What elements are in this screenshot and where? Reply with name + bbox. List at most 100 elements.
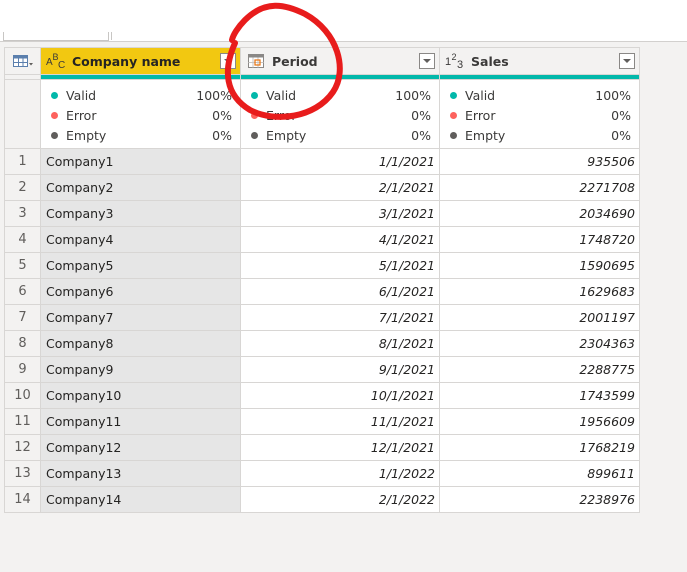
column-filter-dropdown[interactable] xyxy=(220,53,236,69)
row-number[interactable]: 2 xyxy=(4,174,41,201)
quality-error-row: Error 0% xyxy=(440,105,639,125)
cell-company-name[interactable]: Company1 xyxy=(40,148,241,175)
cell-company-name[interactable]: Company14 xyxy=(40,486,241,513)
quality-label: Empty xyxy=(465,127,506,143)
quality-value: 100% xyxy=(595,87,631,103)
cell-period[interactable]: 4/1/2021 xyxy=(240,226,440,253)
date-type-icon[interactable] xyxy=(245,52,267,70)
cell-period[interactable]: 8/1/2021 xyxy=(240,330,440,357)
quality-label: Empty xyxy=(66,127,107,143)
quality-value: 100% xyxy=(395,87,431,103)
table-row[interactable]: 1 Company1 1/1/2021 935506 xyxy=(4,148,640,175)
row-number[interactable]: 11 xyxy=(4,408,41,435)
quality-value: 0% xyxy=(611,107,631,123)
quality-error-row: Error 0% xyxy=(241,105,439,125)
table-row[interactable]: 6 Company6 6/1/2021 1629683 xyxy=(4,278,640,305)
row-number[interactable]: 10 xyxy=(4,382,41,409)
quality-valid-dot-icon xyxy=(450,91,457,99)
cell-company-name[interactable]: Company3 xyxy=(40,200,241,227)
column-header-row: A B C Company name Period 1 2 3 Sales xyxy=(4,47,640,75)
row-number[interactable]: 14 xyxy=(4,486,41,513)
table-row[interactable]: 10 Company10 10/1/2021 1743599 xyxy=(4,382,640,409)
column-header-period[interactable]: Period xyxy=(240,47,440,75)
quality-value: 0% xyxy=(212,127,232,143)
whole-number-type-icon[interactable]: 1 2 3 xyxy=(444,52,466,70)
cell-period[interactable]: 6/1/2021 xyxy=(240,278,440,305)
row-number[interactable]: 1 xyxy=(4,148,41,175)
table-row[interactable]: 12 Company12 12/1/2021 1768219 xyxy=(4,434,640,461)
cell-company-name[interactable]: Company9 xyxy=(40,356,241,383)
text-type-icon[interactable]: A B C xyxy=(45,52,67,70)
quality-value: 0% xyxy=(411,127,431,143)
cell-period[interactable]: 10/1/2021 xyxy=(240,382,440,409)
cell-sales[interactable]: 1629683 xyxy=(439,278,640,305)
cell-sales[interactable]: 1743599 xyxy=(439,382,640,409)
cell-sales[interactable]: 1768219 xyxy=(439,434,640,461)
cell-sales[interactable]: 2288775 xyxy=(439,356,640,383)
cell-company-name[interactable]: Company6 xyxy=(40,278,241,305)
cell-period[interactable]: 12/1/2021 xyxy=(240,434,440,461)
cell-company-name[interactable]: Company4 xyxy=(40,226,241,253)
cell-sales[interactable]: 2271708 xyxy=(439,174,640,201)
row-number[interactable]: 6 xyxy=(4,278,41,305)
cell-period[interactable]: 2/1/2022 xyxy=(240,486,440,513)
cell-company-name[interactable]: Company12 xyxy=(40,434,241,461)
cell-company-name[interactable]: Company7 xyxy=(40,304,241,331)
cell-sales[interactable]: 935506 xyxy=(439,148,640,175)
quality-valid-row: Valid 100% xyxy=(41,85,240,105)
table-row[interactable]: 5 Company5 5/1/2021 1590695 xyxy=(4,252,640,279)
column-name: Sales xyxy=(471,53,509,69)
cell-period[interactable]: 11/1/2021 xyxy=(240,408,440,435)
table-row[interactable]: 14 Company14 2/1/2022 2238976 xyxy=(4,486,640,513)
cell-company-name[interactable]: Company2 xyxy=(40,174,241,201)
cell-company-name[interactable]: Company10 xyxy=(40,382,241,409)
cell-sales[interactable]: 2304363 xyxy=(439,330,640,357)
row-number[interactable]: 13 xyxy=(4,460,41,487)
row-number[interactable]: 12 xyxy=(4,434,41,461)
cell-sales[interactable]: 2034690 xyxy=(439,200,640,227)
table-row[interactable]: 8 Company8 8/1/2021 2304363 xyxy=(4,330,640,357)
cell-sales[interactable]: 1956609 xyxy=(439,408,640,435)
cell-period[interactable]: 5/1/2021 xyxy=(240,252,440,279)
row-number[interactable]: 5 xyxy=(4,252,41,279)
cell-company-name[interactable]: Company5 xyxy=(40,252,241,279)
row-number[interactable]: 4 xyxy=(4,226,41,253)
row-number[interactable]: 7 xyxy=(4,304,41,331)
cell-company-name[interactable]: Company8 xyxy=(40,330,241,357)
cell-period[interactable]: 1/1/2021 xyxy=(240,148,440,175)
table-row[interactable]: 9 Company9 9/1/2021 2288775 xyxy=(4,356,640,383)
quality-error-dot-icon xyxy=(450,111,457,119)
cell-period[interactable]: 1/1/2022 xyxy=(240,460,440,487)
row-number[interactable]: 3 xyxy=(4,200,41,227)
row-number[interactable]: 9 xyxy=(4,356,41,383)
table-row[interactable]: 4 Company4 4/1/2021 1748720 xyxy=(4,226,640,253)
cell-sales[interactable]: 1748720 xyxy=(439,226,640,253)
column-filter-dropdown[interactable] xyxy=(619,53,635,69)
quality-empty-row: Empty 0% xyxy=(440,125,639,145)
table-row[interactable]: 2 Company2 2/1/2021 2271708 xyxy=(4,174,640,201)
quality-valid-row: Valid 100% xyxy=(440,85,639,105)
cell-sales[interactable]: 1590695 xyxy=(439,252,640,279)
row-number[interactable]: 8 xyxy=(4,330,41,357)
cell-period[interactable]: 3/1/2021 xyxy=(240,200,440,227)
quality-label: Error xyxy=(266,107,297,123)
quality-empty-dot-icon xyxy=(51,131,58,139)
cell-sales[interactable]: 899611 xyxy=(439,460,640,487)
cell-period[interactable]: 7/1/2021 xyxy=(240,304,440,331)
column-header-sales[interactable]: 1 2 3 Sales xyxy=(439,47,640,75)
cell-sales[interactable]: 2001197 xyxy=(439,304,640,331)
cell-period[interactable]: 2/1/2021 xyxy=(240,174,440,201)
table-row[interactable]: 3 Company3 3/1/2021 2034690 xyxy=(4,200,640,227)
cell-sales[interactable]: 2238976 xyxy=(439,486,640,513)
table-row[interactable]: 7 Company7 7/1/2021 2001197 xyxy=(4,304,640,331)
column-filter-dropdown[interactable] xyxy=(419,53,435,69)
cell-period[interactable]: 9/1/2021 xyxy=(240,356,440,383)
cell-company-name[interactable]: Company11 xyxy=(40,408,241,435)
table-menu-button[interactable] xyxy=(4,47,41,75)
table-row[interactable]: 11 Company11 11/1/2021 1956609 xyxy=(4,408,640,435)
table-row[interactable]: 13 Company13 1/1/2022 899611 xyxy=(4,460,640,487)
svg-text:C: C xyxy=(58,60,65,70)
column-header-company-name[interactable]: A B C Company name xyxy=(40,47,241,75)
cell-company-name[interactable]: Company13 xyxy=(40,460,241,487)
quality-value: 0% xyxy=(611,127,631,143)
